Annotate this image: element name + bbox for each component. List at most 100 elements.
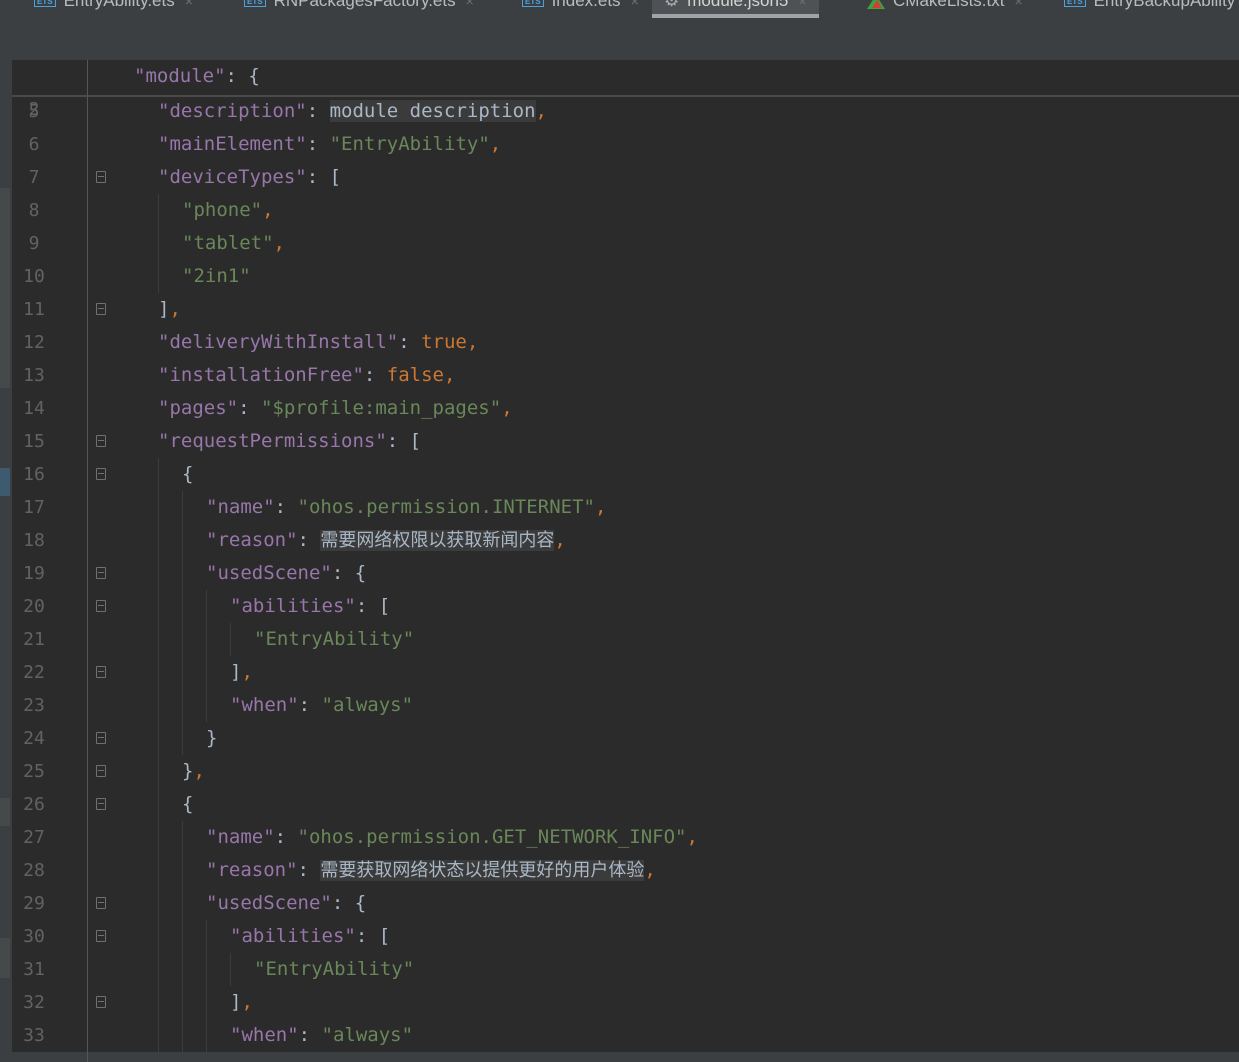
line-number: 17 — [23, 497, 45, 518]
fold-marker-icon[interactable] — [96, 765, 106, 777]
code-line[interactable]: 30 "abilities": [ — [12, 920, 1239, 953]
json-value: ] — [230, 991, 242, 1013]
indent-guide — [158, 887, 159, 920]
indent-guide — [158, 458, 159, 491]
indent-guide — [182, 491, 183, 524]
json-key: "mainElement" — [158, 133, 307, 155]
indent-guide — [182, 722, 183, 755]
code-line[interactable]: 11], — [12, 293, 1239, 326]
tab-cmakelists-txt[interactable]: CMakeLists.txt × — [855, 0, 1035, 18]
code-line[interactable]: 21 "EntryAbility" — [12, 623, 1239, 656]
fold-marker-icon[interactable] — [96, 930, 106, 942]
code-line[interactable]: 24} — [12, 722, 1239, 755]
json-key: "deviceTypes" — [158, 166, 307, 188]
indent-guide — [182, 986, 183, 1019]
code-line[interactable]: 27 "name": "ohos.permission.GET_NETWORK_I… — [12, 821, 1239, 854]
code-line[interactable]: 17 "name": "ohos.permission.INTERNET", — [12, 491, 1239, 524]
json-key: "abilities" — [230, 595, 356, 617]
line-number: 21 — [23, 629, 45, 650]
code-line[interactable]: 22], — [12, 656, 1239, 689]
fold-marker-icon[interactable] — [96, 996, 106, 1008]
code-line[interactable]: 28 "reason": 需要获取网络状态以提供更好的用户体验, — [12, 854, 1239, 887]
code-line[interactable]: 32], — [12, 986, 1239, 1019]
indent-guide — [182, 623, 183, 656]
fold-marker-icon[interactable] — [96, 600, 106, 612]
indent-guide — [158, 755, 159, 788]
json-key: "module" — [134, 65, 226, 87]
tab-index-ets[interactable]: ETS Index.ets × — [510, 0, 651, 18]
line-number: 33 — [23, 1025, 45, 1046]
code-line[interactable]: 8 "phone", — [12, 194, 1239, 227]
json-colon: : — [355, 925, 379, 947]
gutter-separator — [87, 60, 88, 1062]
sticky-scroll-header[interactable]: 2 "module": { — [12, 60, 1239, 120]
indent-guide — [206, 920, 207, 953]
json-comma: , — [535, 100, 547, 122]
close-icon[interactable]: × — [798, 0, 806, 9]
code-line[interactable]: 18 "reason": 需要网络权限以获取新闻内容, — [12, 524, 1239, 557]
indent-guide — [230, 623, 231, 656]
code-line[interactable]: 29 "usedScene": { — [12, 887, 1239, 920]
close-icon[interactable]: × — [631, 0, 639, 9]
code-line[interactable]: 9 "tablet", — [12, 227, 1239, 260]
code-line[interactable]: 5 "description": module description, — [12, 95, 1239, 128]
code-line[interactable]: 19 "usedScene": { — [12, 557, 1239, 590]
tab-entrybackupability[interactable]: ETS EntryBackupAbility — [1052, 0, 1239, 18]
json-value: [ — [409, 430, 422, 452]
code-line[interactable]: 25}, — [12, 755, 1239, 788]
indent-guide — [182, 953, 183, 986]
tab-label: module.json5 — [687, 0, 789, 10]
fold-marker-icon[interactable] — [96, 732, 106, 744]
fold-marker-icon[interactable] — [96, 798, 106, 810]
code-line[interactable]: 15 "requestPermissions": [ — [12, 425, 1239, 458]
fold-marker-icon[interactable] — [96, 567, 106, 579]
code-line[interactable]: 26 { — [12, 788, 1239, 821]
indent-guide — [206, 689, 207, 722]
code-line[interactable]: 10 "2in1" — [12, 260, 1239, 293]
line-number: 31 — [23, 959, 45, 980]
fold-marker-icon[interactable] — [96, 303, 106, 315]
fold-marker-icon[interactable] — [96, 897, 106, 909]
close-icon[interactable]: × — [1014, 0, 1022, 9]
code-line[interactable]: 12 "deliveryWithInstall": true, — [12, 326, 1239, 359]
line-number: 8 — [28, 200, 40, 221]
tab-entryability-ets[interactable]: ETS EntryAbility.ets × — [22, 0, 205, 18]
code-line[interactable]: 7 "deviceTypes": [ — [12, 161, 1239, 194]
line-number: 24 — [23, 728, 45, 749]
code-line[interactable]: 13 "installationFree": false, — [12, 359, 1239, 392]
json-comma: , — [466, 331, 479, 353]
fold-marker-icon[interactable] — [96, 435, 106, 447]
code-line[interactable]: 16 { — [12, 458, 1239, 491]
close-icon[interactable]: × — [466, 0, 474, 9]
fold-marker-icon[interactable] — [96, 666, 106, 678]
cmake-file-icon — [867, 0, 885, 9]
indent-guide — [158, 227, 159, 260]
json-colon: : — [331, 892, 355, 914]
indent-guide — [182, 590, 183, 623]
json-value: "ohos.permission.INTERNET" — [297, 496, 595, 518]
json-colon: : — [298, 694, 322, 716]
fold-marker-icon[interactable] — [96, 468, 106, 480]
tab-module-json5[interactable]: ⚙ module.json5 × — [652, 0, 819, 18]
json-key: "installationFree" — [158, 364, 364, 386]
code-line[interactable]: 6 "mainElement": "EntryAbility", — [12, 128, 1239, 161]
json-colon: : — [355, 595, 379, 617]
code-line[interactable]: 20 "abilities": [ — [12, 590, 1239, 623]
json-value: 需要网络权限以获取新闻内容 — [320, 530, 555, 551]
code-line[interactable]: 23 "when": "always" — [12, 689, 1239, 722]
code-line[interactable]: 31 "EntryAbility" — [12, 953, 1239, 986]
code-line[interactable]: 33 "when": "always" — [12, 1019, 1239, 1052]
close-icon[interactable]: × — [185, 0, 193, 9]
json-value: "$profile:main_pages" — [260, 397, 502, 419]
json-value: [ — [378, 595, 391, 617]
indent-guide — [182, 524, 183, 557]
json-value: [ — [329, 166, 342, 188]
ets-file-icon: ETS — [522, 0, 544, 8]
fold-marker-icon[interactable] — [96, 171, 106, 183]
json-colon: : — [297, 529, 321, 551]
code-line[interactable]: 14 "pages": "$profile:main_pages", — [12, 392, 1239, 425]
tab-rnpackagesfactory-ets[interactable]: ETS RNPackagesFactory.ets × — [232, 0, 486, 18]
code-editor[interactable]: 2 "module": { 5 "description": module des… — [12, 60, 1239, 1062]
line-number: 11 — [23, 299, 45, 320]
json-colon: : — [363, 364, 387, 386]
